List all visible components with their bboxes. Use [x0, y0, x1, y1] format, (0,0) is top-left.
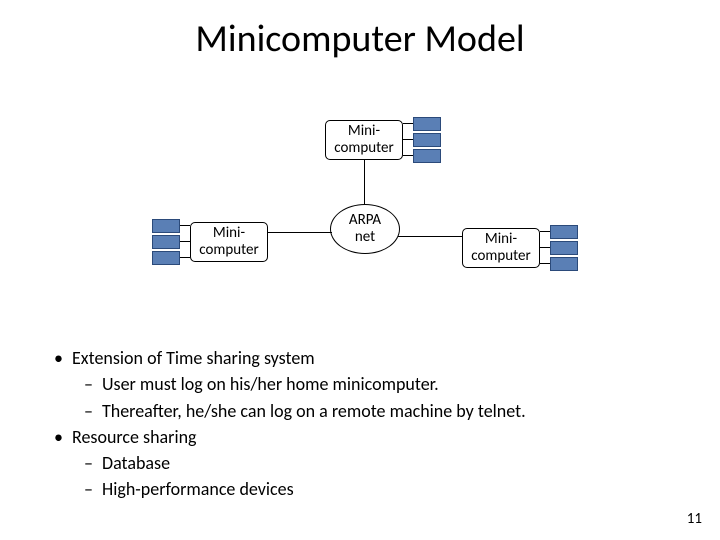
terminal-icon — [413, 117, 441, 131]
edge — [403, 155, 413, 156]
slide-title: Minicomputer Model — [0, 16, 720, 62]
terminal-icon — [550, 225, 578, 239]
terminal-icon — [152, 235, 180, 249]
edge — [180, 241, 190, 242]
edge — [403, 123, 413, 124]
bullet-subitem: Database — [54, 451, 674, 475]
edge — [540, 231, 550, 232]
bullet-item: Resource sharing — [54, 425, 674, 449]
node-minicomputer-left: Mini-computer — [190, 222, 268, 262]
terminal-icon — [550, 241, 578, 255]
terminal-icon — [152, 219, 180, 233]
slide: Minicomputer Model Mini-computer ARPAnet… — [0, 0, 720, 540]
terminal-icon — [413, 149, 441, 163]
node-minicomputer-right: Mini-computer — [462, 228, 540, 268]
edge — [540, 247, 550, 248]
terminal-icon — [550, 257, 578, 271]
edge-arpanet-right — [398, 236, 462, 237]
edge — [180, 257, 190, 258]
node-arpanet: ARPAnet — [330, 204, 400, 254]
edge — [403, 139, 413, 140]
page-number: 11 — [687, 510, 702, 528]
node-minicomputer-top: Mini-computer — [325, 120, 403, 160]
bullet-list: Extension of Time sharing system User mu… — [54, 346, 674, 504]
terminal-icon — [413, 133, 441, 147]
bullet-subitem: User must log on his/her home minicomput… — [54, 372, 674, 396]
bullet-subitem: Thereafter, he/she can log on a remote m… — [54, 399, 674, 423]
bullet-subitem: High-performance devices — [54, 477, 674, 501]
edge-arpanet-top — [364, 160, 365, 204]
bullet-item: Extension of Time sharing system — [54, 346, 674, 370]
edge — [540, 263, 550, 264]
edge-arpanet-left — [268, 232, 332, 233]
terminal-icon — [152, 251, 180, 265]
edge — [180, 225, 190, 226]
